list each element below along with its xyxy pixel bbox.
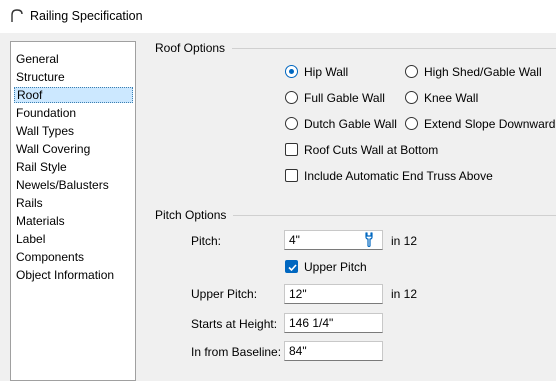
- checkbox-checked-icon: [285, 260, 298, 273]
- upper-pitch-value: 12": [289, 287, 307, 301]
- sidebar-item-roof[interactable]: Roof: [14, 87, 133, 103]
- sidebar-item-foundation[interactable]: Foundation: [14, 105, 78, 121]
- sidebar-item-rails[interactable]: Rails: [14, 195, 45, 211]
- starts-at-height-input[interactable]: 146 1/4": [284, 313, 383, 333]
- checkbox-unchecked-icon: [285, 169, 298, 182]
- full-gable-wall-label: Full Gable Wall: [304, 91, 385, 105]
- upper-pitch-input[interactable]: 12": [284, 284, 383, 304]
- roof-options-heading: Roof Options: [155, 41, 226, 55]
- radio-unchecked-icon: [285, 117, 298, 130]
- upper-pitch-check-label: Upper Pitch: [304, 260, 367, 274]
- checkbox-unchecked-icon: [285, 143, 298, 156]
- pitch-label: Pitch:: [191, 234, 222, 248]
- high-shed-gable-wall-label: High Shed/Gable Wall: [424, 65, 542, 79]
- pitch-options-heading: Pitch Options: [155, 208, 227, 222]
- railing-arc-icon: [11, 9, 23, 22]
- radio-unchecked-icon: [405, 91, 418, 104]
- include-end-truss-label: Include Automatic End Truss Above: [304, 169, 493, 183]
- sidebar-item-object-information[interactable]: Object Information: [14, 267, 116, 283]
- sidebar-item-label[interactable]: Label: [14, 231, 47, 247]
- radio-unchecked-icon: [405, 65, 418, 78]
- sidebar-item-structure[interactable]: Structure: [14, 69, 67, 85]
- pitch-options-divider: [233, 215, 556, 216]
- sidebar-item-components[interactable]: Components: [14, 249, 86, 265]
- upper-pitch-unit: in 12: [391, 287, 418, 301]
- starts-at-height-value: 146 1/4": [289, 316, 334, 330]
- category-list[interactable]: General Structure Roof Foundation Wall T…: [10, 41, 136, 381]
- sidebar-item-materials[interactable]: Materials: [14, 213, 67, 229]
- extend-slope-downward-label: Extend Slope Downward: [424, 117, 556, 131]
- pitch-unit: in 12: [391, 234, 418, 248]
- in-from-baseline-input[interactable]: 84": [284, 341, 383, 361]
- starts-at-height-label: Starts at Height:: [191, 317, 278, 331]
- window-title: Railing Specification: [30, 9, 143, 23]
- sidebar-item-wall-covering[interactable]: Wall Covering: [14, 141, 92, 157]
- sidebar-item-newels-balusters[interactable]: Newels/Balusters: [14, 177, 111, 193]
- knee-wall-label: Knee Wall: [424, 91, 479, 105]
- pitch-value: 4": [289, 233, 300, 247]
- pitch-input[interactable]: 4": [284, 230, 383, 250]
- upper-pitch-label: Upper Pitch:: [191, 287, 258, 301]
- radio-unchecked-icon: [285, 91, 298, 104]
- roof-options-divider: [232, 48, 556, 49]
- dialog-content: General Structure Roof Foundation Wall T…: [0, 33, 556, 381]
- wrench-icon[interactable]: [361, 232, 377, 248]
- dutch-gable-wall-label: Dutch Gable Wall: [304, 117, 397, 131]
- in-from-baseline-value: 84": [289, 344, 307, 358]
- hip-wall-label: Hip Wall: [304, 65, 349, 79]
- radio-unchecked-icon: [405, 117, 418, 130]
- sidebar-item-wall-types[interactable]: Wall Types: [14, 123, 76, 139]
- roof-cuts-wall-label: Roof Cuts Wall at Bottom: [304, 143, 439, 157]
- title-bar: Railing Specification: [0, 0, 556, 33]
- in-from-baseline-label: In from Baseline:: [191, 345, 282, 359]
- sidebar-item-general[interactable]: General: [14, 51, 61, 67]
- radio-checked-icon: [285, 65, 298, 78]
- sidebar-item-rail-style[interactable]: Rail Style: [14, 159, 69, 175]
